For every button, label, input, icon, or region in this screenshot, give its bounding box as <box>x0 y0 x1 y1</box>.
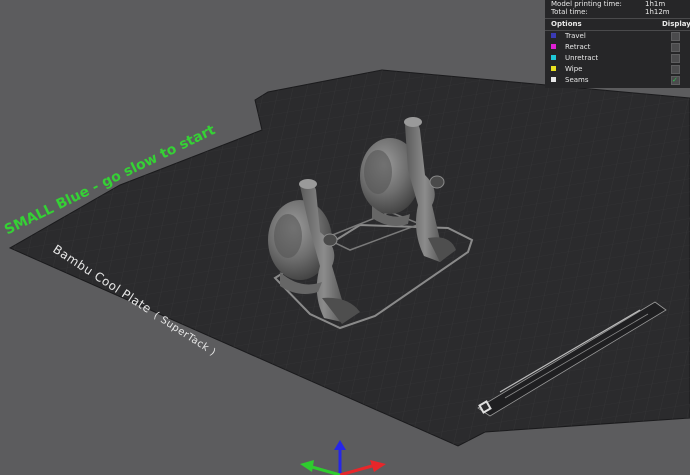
options-header: Options <box>551 20 582 28</box>
axis-gizmo <box>300 440 386 475</box>
unretract-swatch <box>551 55 556 60</box>
legend-item-label: Travel <box>565 32 586 40</box>
legend-item-retract[interactable]: Retract <box>551 42 686 52</box>
wipe-display-checkbox[interactable] <box>671 65 680 74</box>
legend-item-wipe[interactable]: Wipe <box>551 64 686 74</box>
model-time-label: Model printing time: <box>551 0 622 8</box>
gcode-legend-panel: Model printing time: 1h1m Total time: 1h… <box>545 0 690 88</box>
legend-header: Options Display <box>545 18 690 31</box>
total-time-row: Total time: 1h12m <box>551 8 670 17</box>
seams-display-checkbox[interactable] <box>671 75 680 85</box>
build-plate <box>8 69 690 447</box>
legend-item-label: Unretract <box>565 54 599 62</box>
retract-display-checkbox[interactable] <box>671 43 680 52</box>
legend-item-travel[interactable]: Travel <box>551 31 686 41</box>
legend-item-unretract[interactable]: Unretract <box>551 53 686 63</box>
legend-item-label: Retract <box>565 43 591 51</box>
total-time-label: Total time: <box>551 8 588 16</box>
legend-item-label: Seams <box>565 76 589 84</box>
display-header: Display <box>662 20 690 28</box>
seams-swatch <box>551 77 556 82</box>
travel-display-checkbox[interactable] <box>671 32 680 41</box>
legend-item-label: Wipe <box>565 65 583 73</box>
retract-swatch <box>551 44 556 49</box>
unretract-display-checkbox[interactable] <box>671 54 680 63</box>
travel-swatch <box>551 33 556 38</box>
wipe-swatch <box>551 66 556 71</box>
legend-item-seams[interactable]: Seams <box>551 75 686 85</box>
total-time-value: 1h12m <box>645 8 670 16</box>
